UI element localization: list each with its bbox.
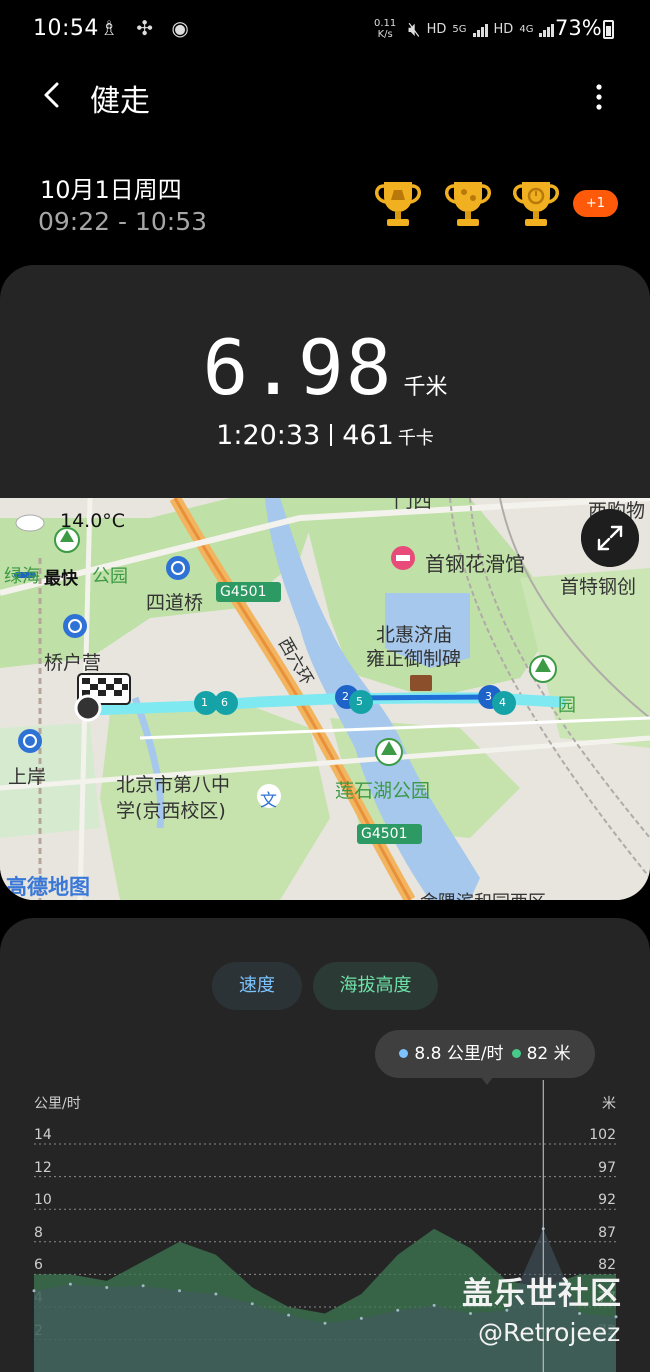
network-speed-value: 0.11	[374, 18, 397, 29]
map-label-shangan: 上岸	[8, 766, 47, 788]
map-label-sidaoqiao: 四道桥	[146, 592, 204, 614]
map-label-stele: 雍正御制碑	[366, 648, 462, 670]
speed-point	[32, 1289, 36, 1293]
speed-point	[359, 1316, 363, 1320]
expand-map-icon[interactable]	[581, 509, 639, 567]
signal-icon	[472, 22, 488, 37]
tab-speed[interactable]: 速度	[212, 962, 302, 1010]
km-marker-1: 1	[201, 696, 208, 709]
map-highway-2: G4501	[361, 826, 408, 842]
km-marker-2: 2	[342, 690, 349, 703]
mute-icon: 🔇︎	[408, 17, 421, 41]
speed-point	[432, 1303, 436, 1307]
tooltip-altitude-value: 82 米	[526, 1044, 571, 1064]
speed-point	[68, 1282, 72, 1286]
duration-value: 1:20:33	[216, 420, 321, 451]
duration-calories: 1:20:33 461 千卡	[0, 420, 650, 451]
distance-value: 6.98	[202, 323, 394, 412]
status-bar: 10:54 ♗ ✣ ◉ 0.11 K/s 🔇︎ HD 5G HD 4G 73%	[0, 0, 650, 62]
speed-point	[323, 1321, 327, 1325]
speed-point	[141, 1284, 145, 1288]
workout-date: 10月1日周四	[40, 176, 182, 204]
map-fastest-label: 最快	[44, 569, 78, 589]
tooltip-altitude: 82 米	[511, 1030, 571, 1078]
map-label-park1-a: 绿海	[4, 566, 40, 587]
speed-point	[287, 1313, 291, 1317]
net-4g-label: 4G	[519, 23, 534, 35]
more-options-icon[interactable]	[590, 82, 608, 112]
map-temperature: 14.0°C	[60, 510, 126, 532]
watermark-title: 盖乐世社区	[462, 1276, 622, 1312]
map-highway-1: G4501	[220, 584, 267, 600]
trophy-distance-icon[interactable]	[370, 176, 426, 232]
walking-icon: ♗	[100, 16, 124, 40]
network-speed-unit: K/s	[377, 29, 393, 40]
tooltip-speed-value: 8.8 公里/时	[414, 1044, 504, 1064]
speed-dot-icon	[399, 1049, 409, 1058]
signal-group: 🔇︎ HD 5G HD 4G	[408, 17, 555, 41]
calories-unit: 千卡	[397, 428, 434, 449]
map-canvas	[0, 498, 650, 900]
distance-block: 6.98 千米	[0, 323, 650, 412]
map-label-temple: 北惠济庙	[376, 624, 453, 646]
map-label-school-2: 学(京西校区)	[116, 800, 226, 822]
weibo-icon: ◉	[171, 16, 195, 40]
map-label-steel: 首特钢创	[560, 576, 637, 598]
trophy-time-icon[interactable]	[508, 176, 564, 232]
tooltip-speed: 8.8 公里/时	[399, 1030, 504, 1078]
speed-point	[250, 1302, 254, 1306]
map-label-skating: 首钢花滑馆	[425, 552, 525, 576]
map-label-park1-b: 公园	[92, 566, 128, 587]
map-label-qiaohuying: 桥户营	[44, 652, 102, 674]
status-time: 10:54	[33, 16, 99, 41]
chart-tooltip: 8.8 公里/时 82 米	[375, 1030, 595, 1078]
map-provider-logo: 高德地图	[6, 875, 90, 899]
map-label-lake-park: 莲石湖公园	[335, 780, 431, 802]
tab-altitude[interactable]: 海拔高度	[313, 962, 438, 1010]
hd-label-1: HD	[426, 21, 447, 37]
workout-time-range: 09:22 - 10:53	[38, 207, 208, 236]
network-speed: 0.11 K/s	[374, 18, 396, 40]
speed-point	[396, 1308, 400, 1312]
km-marker-6: 6	[221, 696, 228, 709]
map-label-school: 北京市第八中	[116, 774, 231, 796]
fan-icon: ✣	[136, 16, 160, 40]
km-marker-3: 3	[485, 690, 492, 703]
watermark-handle: @Retrojeez	[478, 1318, 621, 1347]
back-arrow-icon[interactable]	[36, 78, 70, 112]
km-marker-5: 5	[356, 695, 363, 708]
map-label-bottom: 金隅滨和园西区	[420, 888, 546, 900]
hd-label-2: HD	[493, 21, 514, 37]
map-label-top: 门西	[394, 498, 433, 512]
more-badges-count[interactable]: +1	[573, 190, 618, 217]
route-map[interactable]: 14.0°C 绿海 最快 公园 四道桥 G4501 G4501 桥户营 西六环 …	[0, 498, 650, 900]
trophy-route-icon[interactable]	[440, 176, 496, 232]
map-label-park-right: 园	[558, 695, 576, 716]
divider	[330, 424, 333, 446]
calories-value: 461	[342, 420, 394, 451]
signal-icon-2	[539, 22, 555, 37]
battery-percent: 73%	[555, 16, 602, 40]
battery-icon	[603, 20, 614, 39]
notification-icons: ♗ ✣ ◉	[100, 16, 195, 40]
km-marker-4: 4	[499, 696, 506, 709]
speed-point	[214, 1292, 218, 1296]
speed-point	[178, 1289, 181, 1293]
speed-point	[105, 1285, 109, 1289]
school-icon: 文	[260, 791, 277, 811]
net-5g-label: 5G	[452, 23, 467, 35]
page-title: 健走	[90, 84, 150, 119]
altitude-dot-icon	[511, 1049, 521, 1058]
distance-unit: 千米	[403, 375, 448, 400]
